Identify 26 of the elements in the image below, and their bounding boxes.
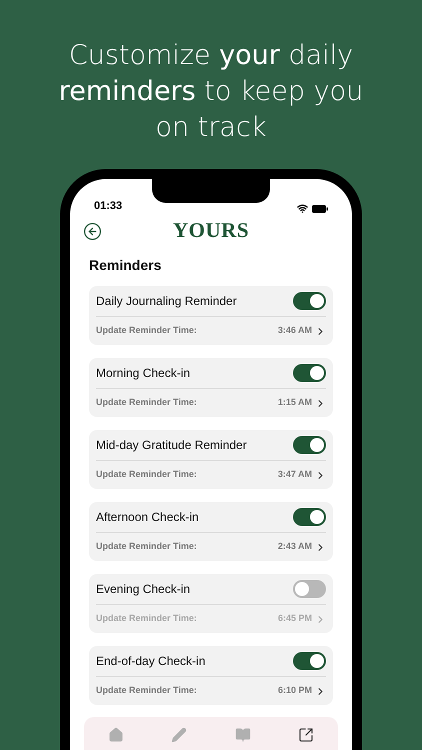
reminder-title: Mid-day Gratitude Reminder: [96, 437, 247, 454]
section-title: Reminders: [89, 256, 162, 275]
reminder-title: Evening Check-in: [96, 581, 190, 598]
toggle-switch[interactable]: [293, 436, 326, 454]
headline: Customize your daily reminders to keep you on track: [58, 39, 364, 145]
wifi-icon: [297, 203, 308, 214]
toggle-switch[interactable]: [293, 652, 326, 670]
reminder-time-row[interactable]: Update Reminder Time: 1:15 AM: [96, 389, 326, 417]
app-logo: YOURS: [172, 217, 249, 244]
reminder-title: Morning Check-in: [96, 365, 190, 382]
reminder-title: End-of-day Check-in: [96, 653, 206, 670]
battery-icon: [312, 204, 328, 212]
reminder-time-row[interactable]: Update Reminder Time: 6:10 PM: [96, 677, 326, 705]
reminder-time-row[interactable]: Update Reminder Time: 6:45 PM: [96, 605, 326, 633]
toggle-switch[interactable]: [293, 508, 326, 526]
reminder-time-row[interactable]: Update Reminder Time: 2:43 AM: [96, 533, 326, 561]
arrow-square-icon[interactable]: [298, 727, 314, 743]
toggle-switch[interactable]: [293, 580, 326, 598]
status-time: 01:33: [94, 198, 122, 214]
reminder-time-row[interactable]: Update Reminder Time: 3:47 AM: [96, 461, 326, 489]
reminder-title: Daily Journaling Reminder: [96, 293, 237, 310]
reminder-time-row[interactable]: Update Reminder Time: 3:46 AM: [96, 317, 326, 345]
reminder-title: Afternoon Check-in: [96, 509, 199, 526]
back-icon[interactable]: [83, 222, 102, 240]
toggle-switch[interactable]: [293, 364, 326, 382]
toggle-switch[interactable]: [293, 292, 326, 310]
